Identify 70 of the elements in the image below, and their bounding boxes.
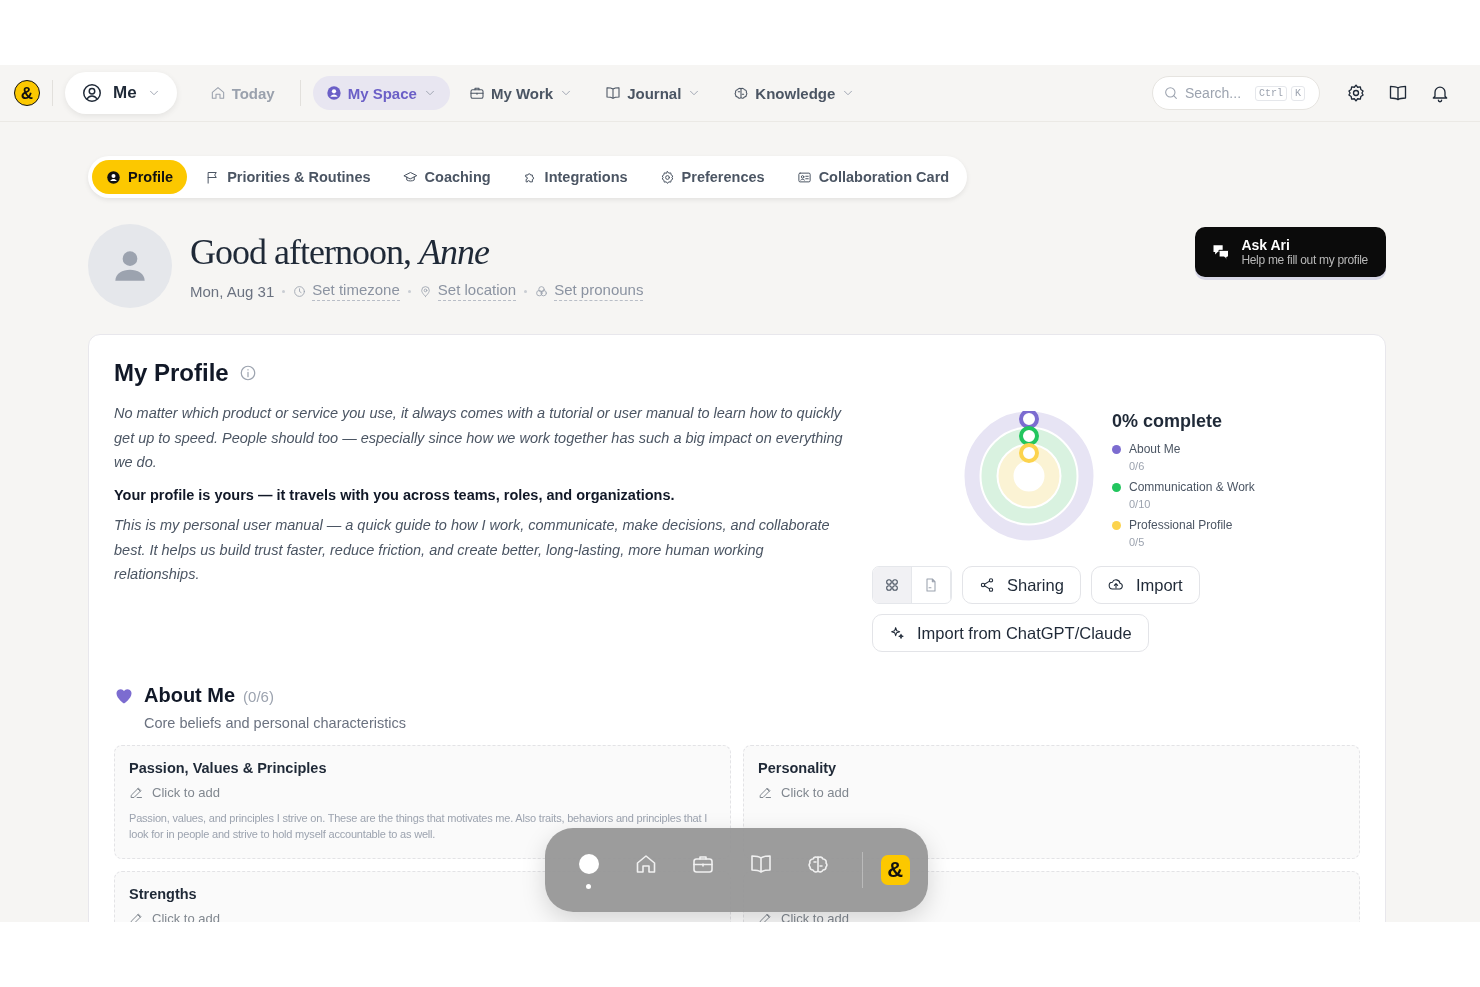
book-icon[interactable] [1388, 83, 1408, 103]
card-title: Personality [758, 760, 838, 778]
pencil-icon [129, 785, 144, 800]
logo[interactable]: & [14, 80, 40, 106]
nav-item[interactable]: My Work [455, 76, 587, 110]
import-ai-button[interactable]: Import from ChatGPT/Claude [872, 614, 1149, 652]
gear-icon [659, 169, 675, 185]
tab[interactable]: Collaboration Card [782, 160, 964, 194]
share-icon [979, 577, 995, 593]
action-button[interactable]: Import [1090, 566, 1200, 604]
circles-icon [535, 284, 549, 298]
tab[interactable]: Preferences [645, 160, 779, 194]
settings-icon[interactable] [1346, 83, 1366, 103]
section-count: (0/6) [243, 688, 274, 705]
nav-item[interactable]: Journal [592, 76, 715, 110]
tab[interactable]: Coaching [388, 160, 505, 194]
app-logo-button[interactable]: & [880, 855, 911, 885]
nav-item[interactable]: My Space [312, 76, 450, 110]
pencil-icon [758, 785, 773, 800]
location-pin-icon [418, 284, 432, 298]
me-menu-button[interactable]: Me [65, 72, 177, 114]
question-card[interactable]: Personality Click to add [743, 745, 1360, 859]
tab[interactable]: Profile [92, 160, 188, 194]
info-icon[interactable] [238, 364, 257, 382]
completion-percent: 0% complete [1112, 411, 1224, 432]
pencil-icon [129, 911, 144, 922]
search-icon [1163, 85, 1179, 101]
legend-label: About Me [1129, 442, 1181, 456]
question-card[interactable] [114, 745, 731, 859]
date: Mon, Aug 31 [190, 282, 275, 300]
sparkle-icon [889, 625, 905, 641]
briefcase-icon [468, 85, 485, 101]
section-title: About Me [144, 684, 236, 707]
ask-subtitle: Help me fill out my profile [1241, 253, 1368, 267]
paragraph: No matter which product or service you use, it always comes with a tutorial or user manual to learn how to quickly get up to speed. People should too — especially since how we work together has such a big impact on everything we do. [114, 404, 844, 472]
paragraph: Your profile is yours — it travels with you across teams, roles, and organizations. [114, 485, 676, 505]
click-to-add-link[interactable]: Click to add [758, 785, 1345, 800]
action-button[interactable]: Sharing [962, 566, 1081, 604]
legend-count: 0/10 [1129, 498, 1151, 510]
cloud-upload-icon [1107, 577, 1124, 593]
id-card-icon [796, 169, 812, 185]
clock-icon [293, 284, 307, 298]
grid-icon [884, 577, 900, 593]
chat-bubbles-icon [1211, 242, 1232, 262]
paragraph: This is my personal user manual — a quick guide to how I work, communicate, make decisions, and collaborate best. It helps us build trust faster, reduce friction, and create better, long-lasting, more human working relationships. [114, 516, 831, 584]
legend-label: Professional Profile [1129, 518, 1233, 532]
greeting: Good afternoon, Anne [190, 231, 490, 273]
card-title: Strengths [129, 886, 198, 904]
section-subtitle: Core beliefs and personal characteristics [144, 715, 407, 731]
grid-view-button[interactable] [873, 567, 912, 603]
card-title: Passion, Values & Principles [129, 760, 328, 778]
card-description: Passion, values, and principles I strive on. These are the things that motivates me. Also traits, behaviors and principles that I look for in people and strive to hold myself accountable to as well. [129, 811, 709, 842]
legend-count: 0/5 [1129, 536, 1145, 548]
shortcut-key: Ctrl [1255, 85, 1287, 101]
ask-ari-button[interactable]: Ask Ari Help me fill out my profile [1195, 227, 1386, 277]
brain-icon [733, 85, 750, 101]
click-to-add-link[interactable]: Click to add [129, 785, 716, 800]
graduation-cap-icon [402, 169, 418, 185]
tab[interactable]: Integrations [508, 160, 642, 194]
pencil-icon [758, 911, 773, 922]
legend-count: 0/6 [1129, 460, 1145, 472]
nav-item[interactable]: Knowledge [720, 76, 869, 110]
search-field[interactable]: Search... [1183, 84, 1251, 102]
document-icon [923, 577, 939, 593]
profile-title: My Profile [114, 359, 229, 387]
tab[interactable]: Priorities & Routines [191, 160, 385, 194]
book-icon [605, 85, 622, 101]
ask-title: Ask Ari [1241, 237, 1291, 253]
shortcut-key: K [1291, 85, 1306, 101]
legend-label: Communication & Work [1129, 480, 1255, 494]
